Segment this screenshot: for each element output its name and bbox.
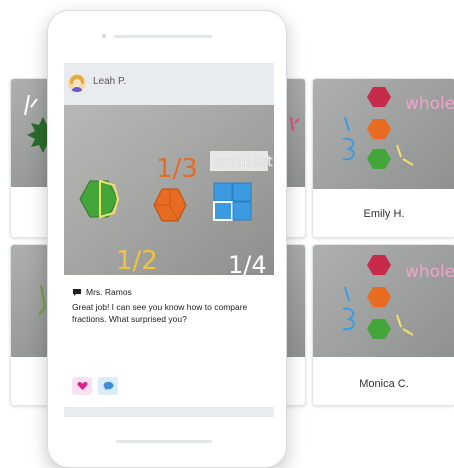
post-author[interactable]: Leah P. — [93, 76, 126, 87]
blue-square-shape — [213, 201, 233, 221]
speech-bubble-icon — [103, 381, 113, 391]
comment-author: Mrs. Ramos — [86, 287, 132, 297]
speech-bubble-icon — [73, 288, 81, 296]
phone-home-indicator — [116, 440, 212, 443]
card-name: Monica C. — [359, 378, 409, 390]
whole-label: whole — [405, 262, 454, 282]
phone-frame: Leah P. smallest 1/3 1/2 1/4 Mrs. Ramos … — [47, 10, 287, 468]
card-photo: whole — [313, 245, 454, 357]
feed-card-right-bottom[interactable]: whole Monica C. — [312, 244, 454, 406]
heart-icon — [77, 382, 87, 390]
half-label: 1/2 — [116, 246, 158, 275]
red-hexagon-shape — [367, 87, 391, 107]
like-button[interactable] — [72, 377, 92, 395]
green-hexagon-shape — [367, 319, 391, 339]
blue-square-shape — [232, 201, 252, 221]
comment-button[interactable] — [98, 377, 118, 395]
comment-box: Mrs. Ramos Great job! I can see you know… — [64, 275, 274, 407]
orange-hexagon-shape — [367, 287, 391, 307]
comment-author-row: Mrs. Ramos — [72, 287, 132, 297]
card-photo-art: whole — [342, 255, 454, 339]
phone-screen: Leah P. smallest 1/3 1/2 1/4 Mrs. Ramos … — [64, 63, 274, 417]
blue-square-shape — [213, 182, 233, 202]
avatar[interactable] — [68, 74, 86, 92]
card-name: Emily H. — [363, 208, 405, 220]
smallest-label: smallest — [214, 154, 273, 170]
phone-speaker — [114, 35, 212, 38]
feed-card-right-top[interactable]: whole Emily H. — [312, 78, 454, 238]
card-photo: whole — [313, 79, 454, 189]
green-hexagon-shape — [367, 149, 391, 169]
phone-camera — [102, 34, 106, 38]
comment-text: Great job! I can see you know how to com… — [72, 302, 248, 324]
card-photo-art: whole — [342, 87, 454, 169]
red-hexagon-shape — [367, 255, 391, 275]
quarter-label: 1/4 — [228, 251, 267, 275]
post-card[interactable]: Leah P. smallest 1/3 1/2 1/4 Mrs. Ramos … — [64, 63, 274, 417]
post-photo-art: smallest 1/3 1/2 1/4 — [79, 151, 273, 275]
post-header: Leah P. — [64, 63, 274, 103]
third-label: 1/3 — [156, 154, 198, 184]
blue-square-shape — [232, 182, 252, 202]
post-photo[interactable]: smallest 1/3 1/2 1/4 — [64, 105, 274, 275]
whole-label: whole — [405, 94, 454, 114]
orange-hexagon-shape — [367, 119, 391, 139]
feed-stage: whole Emily H. whole Monica C. Leah P. s… — [0, 0, 454, 468]
